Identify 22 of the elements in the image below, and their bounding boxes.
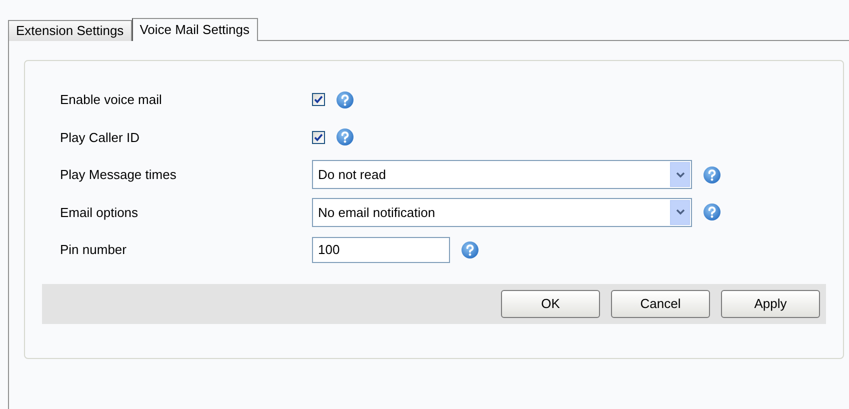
checkbox[interactable] xyxy=(312,93,325,106)
dropdown[interactable]: Do not read xyxy=(312,160,692,190)
tab[interactable]: Extension Settings xyxy=(8,20,132,41)
help-icon[interactable] xyxy=(461,240,479,259)
chevron-down-icon xyxy=(670,162,690,188)
help-icon[interactable] xyxy=(336,90,354,109)
dialog-button[interactable]: Apply xyxy=(721,290,820,318)
field-label: Play Caller ID xyxy=(59,128,140,147)
tab[interactable]: Voice Mail Settings xyxy=(132,18,258,41)
chevron-down-icon xyxy=(670,200,690,225)
field-label: Play Message times xyxy=(59,166,178,184)
help-icon[interactable] xyxy=(336,128,354,146)
field-label: Email options xyxy=(59,204,140,222)
dropdown[interactable]: No email notification xyxy=(312,198,692,227)
help-icon[interactable] xyxy=(703,203,721,222)
checkbox[interactable] xyxy=(312,130,325,144)
field-label: Enable voice mail xyxy=(59,91,163,109)
input-field[interactable]: 100 xyxy=(312,236,450,263)
help-icon[interactable] xyxy=(703,166,721,184)
dialog-button[interactable]: OK xyxy=(501,290,600,318)
dialog-button[interactable]: Cancel xyxy=(611,290,710,318)
field-label: Pin number xyxy=(59,241,128,259)
